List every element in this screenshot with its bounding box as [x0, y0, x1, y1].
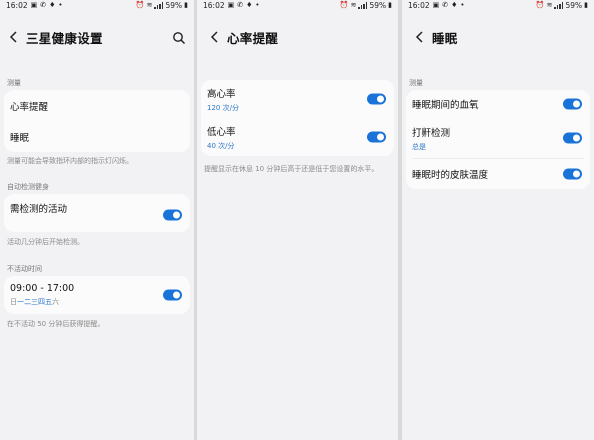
heart-rate-alerts-screen: 16:02 ▣ ✆ ♦ • ⏰ ≋ 59% ▮ 心率提醒 高心率 120 次/分…	[197, 0, 398, 440]
alarm-icon: ⏰	[339, 1, 349, 9]
phone-icon: ✆	[40, 1, 47, 9]
blood-oxygen-toggle[interactable]	[563, 98, 582, 110]
inactive-time-item[interactable]: 09:00 - 17:00 日一二三四五六	[4, 276, 190, 314]
title-bar: 三星健康设置	[0, 24, 194, 50]
high-heart-rate-toggle[interactable]	[367, 93, 386, 105]
blood-oxygen-item[interactable]: 睡眠期间的血氧	[406, 90, 590, 118]
battery-level: 59%	[565, 1, 583, 10]
day-tue: 二	[24, 298, 31, 306]
sleep-item[interactable]: 睡眠	[4, 121, 190, 152]
status-time: 16:02	[408, 1, 430, 10]
page-title: 三星健康设置	[26, 30, 103, 46]
wifi-icon: ≋	[146, 1, 153, 9]
row-label: 高心率	[207, 88, 236, 100]
page-title: 睡眠	[432, 30, 458, 46]
detect-activities-item[interactable]: 需检测的活动	[4, 194, 190, 232]
inactive-time-card: 09:00 - 17:00 日一二三四五六	[4, 276, 190, 314]
wifi-icon: ≋	[546, 1, 553, 9]
gallery-icon: ▣	[432, 1, 440, 9]
row-value: 40 次/分	[207, 141, 235, 150]
detect-activities-toggle[interactable]	[163, 209, 182, 221]
auto-detect-hint: 活动几分钟后开始检测。	[7, 238, 84, 246]
alarm-icon: ⏰	[135, 1, 145, 9]
status-time: 16:02	[203, 1, 225, 10]
signal-icon	[154, 2, 164, 9]
battery-icon: ▮	[388, 1, 392, 9]
alarm-icon: ⏰	[535, 1, 545, 9]
battery-icon: ▮	[584, 1, 588, 9]
status-bar: 16:02 ▣ ✆ ♦ • ⏰ ≋ 59% ▮	[197, 0, 398, 12]
page-title: 心率提醒	[227, 30, 279, 46]
samsung-health-settings-screen: 16:02 ▣ ✆ ♦ • ⏰ ≋ 59% ▮ 三星健康设置 测量 心率提醒 睡…	[0, 0, 194, 440]
day-mon: 一	[17, 298, 24, 306]
heart-rate-card: 高心率 120 次/分 低心率 40 次/分	[201, 80, 394, 156]
location-icon: ♦	[451, 1, 458, 9]
row-label: 低心率	[207, 126, 236, 138]
search-icon[interactable]	[172, 30, 186, 45]
section-label-inactive-time: 不活动时间	[7, 265, 42, 273]
day-sun: 日	[10, 298, 17, 306]
low-heart-rate-item[interactable]: 低心率 40 次/分	[201, 118, 394, 156]
day-wed: 三	[31, 298, 38, 306]
inactive-time-toggle[interactable]	[163, 289, 182, 301]
back-arrow-icon[interactable]	[412, 30, 426, 44]
title-bar: 心率提醒	[197, 24, 398, 50]
phone-icon: ✆	[237, 1, 244, 9]
day-sat: 六	[52, 298, 59, 306]
back-arrow-icon[interactable]	[6, 30, 20, 44]
heart-rate-hint: 提醒显示在休息 10 分钟后高于还是低于您设置的水平。	[204, 165, 379, 173]
location-icon: ♦	[246, 1, 253, 9]
dot-icon: •	[255, 1, 260, 9]
high-heart-rate-item[interactable]: 高心率 120 次/分	[201, 80, 394, 118]
battery-level: 59%	[165, 1, 183, 10]
day-thu: 四	[38, 298, 45, 306]
day-fri: 五	[45, 298, 52, 306]
section-label-measure: 测量	[7, 79, 21, 87]
signal-icon	[358, 2, 368, 9]
status-bar: 16:02 ▣ ✆ ♦ • ⏰ ≋ 59% ▮	[0, 0, 194, 12]
section-label-measure: 测量	[409, 79, 423, 87]
battery-level: 59%	[369, 1, 387, 10]
dot-icon: •	[58, 1, 63, 9]
auto-detect-card: 需检测的活动	[4, 194, 190, 232]
back-arrow-icon[interactable]	[207, 30, 221, 44]
row-label: 心率提醒	[10, 101, 49, 113]
inactive-hint: 在不活动 50 分钟后获得提醒。	[7, 320, 105, 328]
wifi-icon: ≋	[350, 1, 357, 9]
heart-rate-alerts-item[interactable]: 心率提醒	[4, 90, 190, 121]
dot-icon: •	[460, 1, 465, 9]
snore-detection-toggle[interactable]	[563, 132, 582, 144]
title-bar: 睡眠	[402, 24, 594, 50]
skin-temperature-toggle[interactable]	[563, 168, 582, 180]
measure-card: 心率提醒 睡眠	[4, 90, 190, 152]
row-value: 120 次/分	[207, 103, 239, 112]
gallery-icon: ▣	[30, 1, 38, 9]
low-heart-rate-toggle[interactable]	[367, 131, 386, 143]
sleep-settings-screen: 16:02 ▣ ✆ ♦ • ⏰ ≋ 59% ▮ 睡眠 测量 睡眠期间的血氧 打鼾…	[402, 0, 594, 440]
snore-detection-item[interactable]: 打鼾检测 总是	[406, 118, 590, 158]
status-time: 16:02	[6, 1, 28, 10]
signal-icon	[554, 2, 564, 9]
location-icon: ♦	[49, 1, 56, 9]
sleep-measure-card: 睡眠期间的血氧 打鼾检测 总是 睡眠时的皮肤温度	[406, 90, 590, 189]
battery-icon: ▮	[184, 1, 188, 9]
section-label-auto-detect: 自动检测健身	[7, 183, 49, 191]
skin-temperature-item[interactable]: 睡眠时的皮肤温度	[406, 159, 590, 189]
row-label: 睡眠	[10, 132, 30, 144]
measure-hint: 测量可能会导致指环内部的指示灯闪烁。	[7, 157, 133, 165]
status-bar: 16:02 ▣ ✆ ♦ • ⏰ ≋ 59% ▮	[402, 0, 594, 12]
gallery-icon: ▣	[227, 1, 235, 9]
row-value: 总是	[412, 142, 426, 151]
phone-icon: ✆	[442, 1, 449, 9]
weekday-list: 日一二三四五六	[10, 297, 190, 307]
